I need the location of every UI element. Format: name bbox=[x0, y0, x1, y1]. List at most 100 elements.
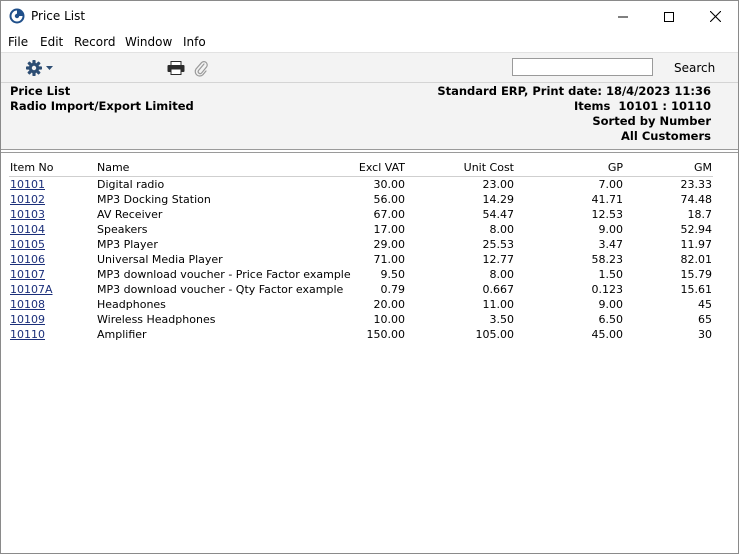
table-row: 10102 MP3 Docking Station 56.00 14.29 41.71 7… bbox=[1, 193, 738, 208]
gross-profit: 12.53 bbox=[591, 208, 624, 221]
table-row: 10109 Wireless Headphones 10.00 3.50 6.50 65 bbox=[1, 313, 738, 328]
toolbar: Search bbox=[1, 52, 738, 83]
attachment-button[interactable] bbox=[194, 60, 208, 80]
paperclip-icon bbox=[194, 61, 208, 77]
excl-vat-price: 20.00 bbox=[373, 298, 406, 311]
unit-cost: 8.00 bbox=[489, 223, 515, 236]
menu-info[interactable]: Info bbox=[183, 35, 206, 49]
excl-vat-price: 71.00 bbox=[373, 253, 406, 266]
item-name: MP3 Docking Station bbox=[97, 193, 211, 206]
item-number-link[interactable]: 10107 bbox=[10, 268, 45, 281]
gross-profit: 41.71 bbox=[591, 193, 624, 206]
gross-profit: 9.00 bbox=[598, 298, 624, 311]
menu-window[interactable]: Window bbox=[125, 35, 172, 49]
gross-margin: 15.79 bbox=[680, 268, 713, 281]
excl-vat-price: 0.79 bbox=[380, 283, 406, 296]
sort-order: Sorted by Number bbox=[592, 114, 711, 128]
excl-vat-price: 10.00 bbox=[373, 313, 406, 326]
items-range: Items 10101 : 10110 bbox=[573, 99, 711, 113]
maximize-icon bbox=[664, 11, 674, 22]
unit-cost: 25.53 bbox=[482, 238, 515, 251]
table-row: 10104 Speakers 17.00 8.00 9.00 52.94 bbox=[1, 223, 738, 238]
search-input[interactable] bbox=[512, 58, 653, 76]
gross-margin: 65 bbox=[698, 313, 712, 326]
printer-icon bbox=[167, 61, 185, 75]
gross-margin: 15.61 bbox=[680, 283, 713, 296]
minimize-icon bbox=[618, 16, 628, 17]
maximize-button[interactable] bbox=[646, 1, 692, 32]
item-number-link[interactable]: 10103 bbox=[10, 208, 45, 221]
gear-icon bbox=[26, 60, 53, 76]
item-name: Speakers bbox=[97, 223, 148, 236]
table-row: 10107 MP3 download voucher - Price Factor… bbox=[1, 268, 738, 283]
gross-margin: 11.97 bbox=[680, 238, 713, 251]
item-name: Digital radio bbox=[97, 178, 165, 191]
item-name: Wireless Headphones bbox=[97, 313, 216, 326]
item-name: MP3 Player bbox=[97, 238, 158, 251]
gross-profit: 7.00 bbox=[598, 178, 624, 191]
gross-margin: 45 bbox=[698, 298, 712, 311]
table-row: 10107A MP3 download voucher - Qty Factor … bbox=[1, 283, 738, 298]
operations-menu-button[interactable] bbox=[25, 59, 55, 80]
close-button[interactable] bbox=[692, 1, 738, 32]
item-number-link[interactable]: 10110 bbox=[10, 328, 45, 341]
excl-vat-price: 30.00 bbox=[373, 178, 406, 191]
gross-margin: 82.01 bbox=[680, 253, 713, 266]
gross-margin: 30 bbox=[698, 328, 712, 341]
item-name: AV Receiver bbox=[97, 208, 163, 221]
excl-vat-price: 150.00 bbox=[366, 328, 406, 341]
gross-margin: 23.33 bbox=[680, 178, 713, 191]
gross-profit: 3.47 bbox=[598, 238, 624, 251]
item-number-link[interactable]: 10107A bbox=[10, 283, 53, 296]
table-row: 10103 AV Receiver 67.00 54.47 12.53 18.7 bbox=[1, 208, 738, 223]
item-name: Universal Media Player bbox=[97, 253, 223, 266]
item-name: MP3 download voucher - Qty Factor exampl… bbox=[97, 283, 344, 296]
menu-edit[interactable]: Edit bbox=[40, 35, 63, 49]
item-name: MP3 download voucher - Price Factor exam… bbox=[97, 268, 351, 281]
item-name: Headphones bbox=[97, 298, 166, 311]
column-header-excl-vat: Excl VAT bbox=[358, 161, 405, 174]
unit-cost: 54.47 bbox=[482, 208, 515, 221]
item-number-link[interactable]: 10109 bbox=[10, 313, 45, 326]
column-header-item-no: Item No bbox=[10, 161, 54, 174]
table-row: 10105 MP3 Player 29.00 25.53 3.47 11.97 bbox=[1, 238, 738, 253]
menu-record[interactable]: Record bbox=[74, 35, 115, 49]
item-number-link[interactable]: 10101 bbox=[10, 178, 45, 191]
header-divider bbox=[1, 149, 738, 150]
menu-bar: File Edit Record Window Info bbox=[1, 32, 738, 52]
item-number-link[interactable]: 10106 bbox=[10, 253, 45, 266]
unit-cost: 14.29 bbox=[482, 193, 515, 206]
column-header-gm: GM bbox=[693, 161, 712, 174]
window-title: Price List bbox=[31, 9, 86, 23]
item-number-link[interactable]: 10102 bbox=[10, 193, 45, 206]
table-row: 10106 Universal Media Player 71.00 12.77 58.… bbox=[1, 253, 738, 268]
excl-vat-price: 67.00 bbox=[373, 208, 406, 221]
search-button[interactable]: Search bbox=[674, 61, 715, 75]
unit-cost: 12.77 bbox=[482, 253, 515, 266]
app-logo-icon bbox=[9, 8, 25, 24]
header-divider bbox=[1, 152, 738, 153]
item-number-link[interactable]: 10105 bbox=[10, 238, 45, 251]
minimize-button[interactable] bbox=[600, 1, 646, 32]
unit-cost: 23.00 bbox=[482, 178, 515, 191]
excl-vat-price: 29.00 bbox=[373, 238, 406, 251]
customer-filter: All Customers bbox=[621, 129, 711, 143]
column-header-underline bbox=[9, 176, 713, 177]
gross-profit: 0.123 bbox=[591, 283, 624, 296]
unit-cost: 0.667 bbox=[482, 283, 515, 296]
gross-margin: 18.7 bbox=[687, 208, 713, 221]
print-button[interactable] bbox=[167, 61, 185, 78]
excl-vat-price: 9.50 bbox=[380, 268, 406, 281]
gross-margin: 74.48 bbox=[680, 193, 713, 206]
menu-file[interactable]: File bbox=[8, 35, 28, 49]
column-header-unit-cost: Unit Cost bbox=[463, 161, 514, 174]
gross-profit: 1.50 bbox=[598, 268, 624, 281]
print-info: Standard ERP, Print date: 18/4/2023 11:3… bbox=[437, 84, 711, 98]
excl-vat-price: 56.00 bbox=[373, 193, 406, 206]
price-list-window: Price List File Edit Record Window Info bbox=[0, 0, 739, 554]
gross-profit: 45.00 bbox=[591, 328, 624, 341]
item-number-link[interactable]: 10104 bbox=[10, 223, 45, 236]
column-header-name: Name bbox=[97, 161, 130, 174]
excl-vat-price: 17.00 bbox=[373, 223, 406, 236]
item-number-link[interactable]: 10108 bbox=[10, 298, 45, 311]
